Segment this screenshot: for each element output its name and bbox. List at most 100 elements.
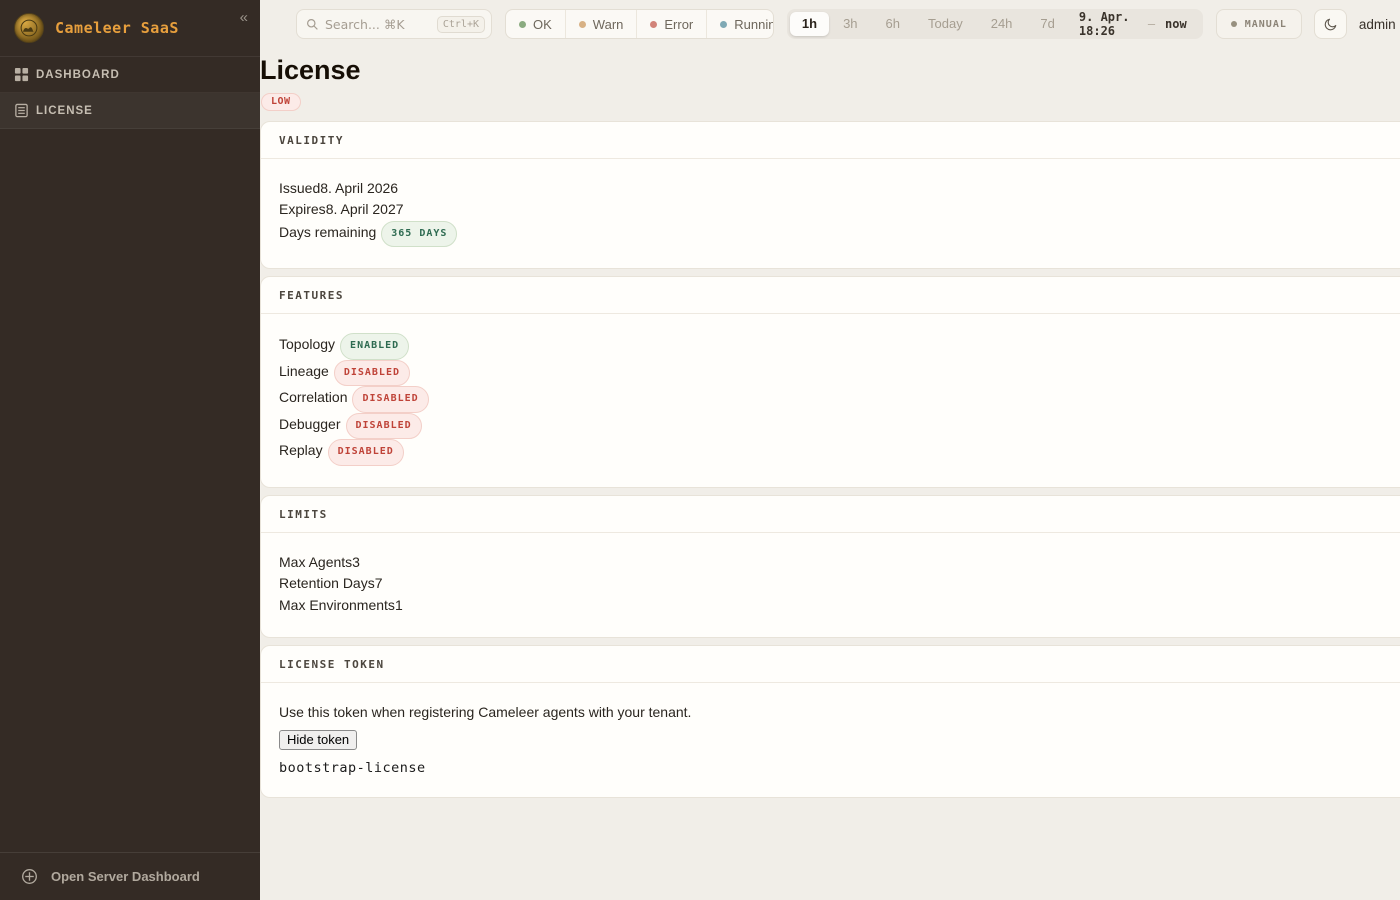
- retention-days-row: Retention Days7: [279, 573, 1400, 595]
- sidebar-item-label: LICENSE: [36, 105, 93, 117]
- feature-status-badge: DISABLED: [352, 386, 428, 413]
- camel-coin-logo: [14, 13, 44, 43]
- hide-token-button[interactable]: Hide token: [279, 730, 357, 750]
- max-agents-row: Max Agents3: [279, 552, 1400, 574]
- search-input[interactable]: [325, 17, 431, 32]
- max-agents-label: Max Agents: [279, 554, 352, 570]
- sidebar-item-label: DASHBOARD: [36, 69, 120, 81]
- search-box[interactable]: Ctrl+K: [296, 9, 492, 39]
- time-range-group: 1h 3h 6h Today 24h 7d 9. Apr. 18:26 – no…: [787, 9, 1203, 39]
- limits-card: LIMITS Max Agents3 Retention Days7 Max E…: [260, 495, 1400, 639]
- moon-icon: [1323, 17, 1338, 32]
- retention-days-label: Retention Days: [279, 575, 375, 591]
- license-level-badge: LOW: [261, 93, 301, 111]
- search-shortcut-chip: Ctrl+K: [437, 16, 485, 33]
- feature-status-badge: ENABLED: [340, 333, 409, 360]
- feature-row-replay: ReplayDISABLED: [279, 439, 1400, 466]
- validity-card: VALIDITY Issued8. April 2026 Expires8. A…: [260, 121, 1400, 270]
- max-environments-value: 1: [395, 597, 403, 613]
- time-separator: –: [1148, 17, 1155, 31]
- search-icon: [306, 18, 319, 31]
- open-server-dashboard-link[interactable]: Open Server Dashboard: [0, 852, 260, 900]
- manual-mode-dot: [1231, 21, 1237, 27]
- sidebar-item-dashboard[interactable]: DASHBOARD: [0, 57, 260, 93]
- sidebar-nav: DASHBOARD LICENSE: [0, 57, 260, 852]
- status-filter-ok[interactable]: OK: [506, 10, 565, 38]
- license-token-heading: LICENSE TOKEN: [261, 646, 1400, 683]
- error-status-dot: [650, 21, 657, 28]
- issued-value: 8. April 2026: [320, 180, 398, 196]
- time-range-6h[interactable]: 6h: [872, 12, 914, 36]
- brand-title: Cameleer SaaS: [55, 19, 179, 37]
- days-remaining-badge: 365 DAYS: [381, 221, 457, 248]
- feature-label: Topology: [279, 336, 335, 352]
- time-range-today[interactable]: Today: [914, 12, 977, 36]
- ok-status-dot: [519, 21, 526, 28]
- feature-row-debugger: Debugger DISABLED: [279, 413, 1400, 440]
- feature-status-badge: DISABLED: [346, 413, 422, 440]
- username-label: admin: [1359, 17, 1396, 32]
- status-filter-label: OK: [533, 17, 552, 32]
- globe-plus-icon: [21, 868, 38, 885]
- time-range-3h[interactable]: 3h: [829, 12, 871, 36]
- topbar: Ctrl+K OK Warn Error Running 1h 3h 6: [260, 0, 1400, 48]
- status-filter-warn[interactable]: Warn: [565, 10, 637, 38]
- feature-row-topology: Topology ENABLED: [279, 333, 1400, 360]
- main-area: Ctrl+K OK Warn Error Running 1h 3h 6: [260, 0, 1400, 900]
- document-icon: [14, 103, 29, 118]
- license-token-value: bootstrap-license: [279, 760, 1400, 776]
- manual-mode-label: MANUAL: [1245, 19, 1287, 30]
- time-from: 9. Apr. 18:26: [1079, 10, 1138, 38]
- warn-status-dot: [579, 21, 586, 28]
- features-card: FEATURES Topology ENABLED LineageDISABLED…: [260, 276, 1400, 488]
- feature-label: Correlation: [279, 389, 347, 405]
- time-range-display[interactable]: 9. Apr. 18:26 – now: [1069, 10, 1200, 38]
- feature-status-badge: DISABLED: [334, 360, 410, 387]
- status-filter-label: Running: [734, 17, 774, 32]
- time-to: now: [1165, 17, 1187, 31]
- feature-row-lineage: LineageDISABLED: [279, 360, 1400, 387]
- status-filter-running[interactable]: Running: [706, 10, 774, 38]
- days-remaining-row: Days remaining 365 DAYS: [279, 221, 1400, 248]
- page-title: License: [260, 54, 1400, 88]
- days-remaining-label: Days remaining: [279, 224, 376, 240]
- sidebar-collapse-icon[interactable]: «: [240, 10, 248, 25]
- grid-icon: [14, 67, 29, 82]
- license-token-card: LICENSE TOKEN Use this token when regist…: [260, 645, 1400, 798]
- expires-row: Expires8. April 2027: [279, 199, 1400, 221]
- sidebar: Cameleer SaaS « DASHBOARD LICENSE Open S…: [0, 0, 260, 900]
- time-range-24h[interactable]: 24h: [977, 12, 1027, 36]
- issued-row: Issued8. April 2026: [279, 178, 1400, 200]
- max-environments-label: Max Environments: [279, 597, 395, 613]
- issued-label: Issued: [279, 180, 320, 196]
- manual-mode-button[interactable]: MANUAL: [1216, 9, 1302, 39]
- license-token-body: Use this token when registering Cameleer…: [261, 683, 1400, 797]
- time-range-1h[interactable]: 1h: [790, 12, 829, 36]
- camel-icon: [20, 19, 38, 37]
- time-range-7d[interactable]: 7d: [1026, 12, 1068, 36]
- license-page: License LOW VALIDITY Issued8. April 2026…: [260, 48, 1400, 805]
- token-description: Use this token when registering Cameleer…: [279, 702, 1400, 722]
- sidebar-item-license[interactable]: LICENSE: [0, 93, 260, 129]
- retention-days-value: 7: [375, 575, 383, 591]
- expires-label: Expires: [279, 201, 326, 217]
- expires-value: 8. April 2027: [326, 201, 404, 217]
- validity-heading: VALIDITY: [261, 122, 1400, 159]
- footer-link-label: Open Server Dashboard: [51, 869, 200, 884]
- sidebar-header: Cameleer SaaS «: [0, 0, 260, 57]
- features-body: Topology ENABLED LineageDISABLED Correlat…: [261, 314, 1400, 487]
- features-heading: FEATURES: [261, 277, 1400, 314]
- status-filter-label: Warn: [593, 17, 624, 32]
- dark-mode-toggle[interactable]: [1314, 9, 1347, 39]
- feature-row-correlation: Correlation DISABLED: [279, 386, 1400, 413]
- status-filter-error[interactable]: Error: [636, 10, 706, 38]
- status-filter-label: Error: [664, 17, 693, 32]
- max-environments-row: Max Environments1: [279, 595, 1400, 617]
- running-status-dot: [720, 21, 727, 28]
- topbar-right-cluster: MANUAL admin AD: [1216, 9, 1400, 39]
- feature-label: Replay: [279, 442, 323, 458]
- limits-heading: LIMITS: [261, 496, 1400, 533]
- feature-label: Debugger: [279, 416, 341, 432]
- validity-body: Issued8. April 2026 Expires8. April 2027…: [261, 159, 1400, 269]
- status-filter-group: OK Warn Error Running: [505, 9, 774, 39]
